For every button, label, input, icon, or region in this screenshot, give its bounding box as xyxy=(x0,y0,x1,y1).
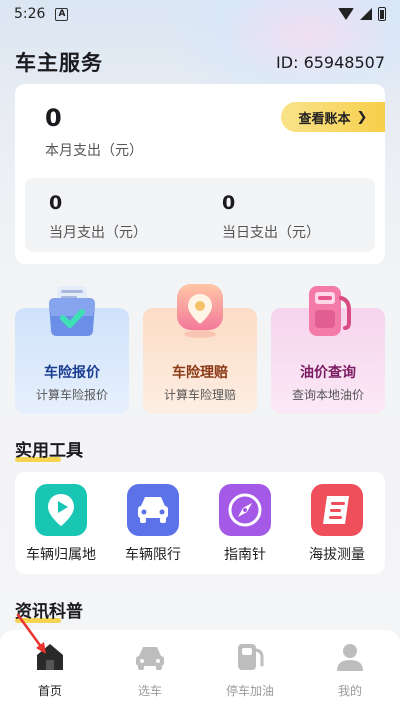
gas-station-icon xyxy=(233,642,267,672)
current-month-expense-value: 0 xyxy=(49,192,63,214)
chevron-right-icon: ❯ xyxy=(356,109,368,125)
fuel-pump-icon xyxy=(309,286,351,336)
altitude-icon xyxy=(311,484,363,536)
view-ledger-label: 查看账本 xyxy=(298,111,351,127)
battery-icon xyxy=(378,7,386,21)
vehicle-origin-label: 车辆归属地 xyxy=(26,547,96,563)
tools-section-title: 实用工具 xyxy=(15,436,83,462)
nav-parking-fuel[interactable]: 停车加油 xyxy=(200,642,300,699)
insurance-quote-title: 车险报价 xyxy=(44,365,100,381)
car-icon xyxy=(133,642,167,672)
view-ledger-button[interactable]: 查看账本 ❯ xyxy=(281,102,385,132)
nav-mine-label: 我的 xyxy=(337,684,362,698)
fuel-price-title: 油价查询 xyxy=(300,365,356,381)
expense-breakdown: 0 当月支出（元） 0 当日支出（元） xyxy=(25,178,375,252)
fuel-price-subtitle: 查询本地油价 xyxy=(291,388,364,402)
compass-label: 指南针 xyxy=(224,547,266,563)
service-tiles: 车险报价 计算车险报价 车险理赔 计算车险理赔 油价查询 查询本地油价 xyxy=(15,284,385,414)
tools-grid: 车辆归属地 车辆限行 指南针 海拔测量 xyxy=(15,472,385,574)
insurance-quote-tile[interactable]: 车险报价 计算车险报价 xyxy=(15,286,129,414)
map-pin-icon xyxy=(35,484,87,536)
nav-choose-car[interactable]: 选车 xyxy=(100,642,200,699)
fuel-price-tile[interactable]: 油价查询 查询本地油价 xyxy=(271,286,385,414)
bottom-nav: 首页 选车 停车加油 我的 xyxy=(0,630,400,711)
altitude-tool[interactable]: 海拔测量 xyxy=(297,484,377,564)
annotation-arrow-icon xyxy=(16,613,46,654)
month-expense-label: 本月支出（元） xyxy=(45,143,143,159)
wifi-icon xyxy=(338,8,354,20)
nav-home-label: 首页 xyxy=(37,684,62,698)
page-title: 车主服务 xyxy=(15,51,103,75)
vehicle-origin-tool[interactable]: 车辆归属地 xyxy=(21,484,101,564)
insurance-quote-subtitle: 计算车险报价 xyxy=(35,388,108,402)
page-header: 车主服务 ID: 65948507 xyxy=(15,46,385,78)
vehicle-restriction-label: 车辆限行 xyxy=(125,547,181,563)
user-id: ID: 65948507 xyxy=(276,52,385,72)
status-time: 5:26 xyxy=(14,6,46,22)
compass-icon xyxy=(219,484,271,536)
today-expense-label: 当日支出（元） xyxy=(222,225,320,241)
altitude-label: 海拔测量 xyxy=(309,547,365,563)
nav-choose-car-label: 选车 xyxy=(137,684,162,698)
today-expense-value: 0 xyxy=(222,192,236,214)
compass-tool[interactable]: 指南针 xyxy=(205,484,285,564)
current-month-expense-label: 当月支出（元） xyxy=(49,225,147,241)
vehicle-restriction-tool[interactable]: 车辆限行 xyxy=(113,484,193,564)
location-pin-icon xyxy=(177,284,223,338)
person-icon xyxy=(333,642,367,672)
notification-a-icon: A xyxy=(55,7,69,21)
status-bar: 5:26 A xyxy=(0,0,400,28)
month-expense-value: 0 xyxy=(45,104,62,132)
clipboard-check-icon xyxy=(49,286,95,336)
signal-icon xyxy=(360,8,372,20)
car-icon xyxy=(127,484,179,536)
nav-parking-fuel-label: 停车加油 xyxy=(225,684,274,698)
insurance-claim-title: 车险理赔 xyxy=(172,365,228,381)
insurance-claim-tile[interactable]: 车险理赔 计算车险理赔 xyxy=(143,284,257,414)
insurance-claim-subtitle: 计算车险理赔 xyxy=(163,388,236,402)
expense-summary-card: 0 本月支出（元） 查看账本 ❯ 0 当月支出（元） 0 当日支出（元） xyxy=(15,84,385,264)
nav-mine[interactable]: 我的 xyxy=(300,642,400,699)
